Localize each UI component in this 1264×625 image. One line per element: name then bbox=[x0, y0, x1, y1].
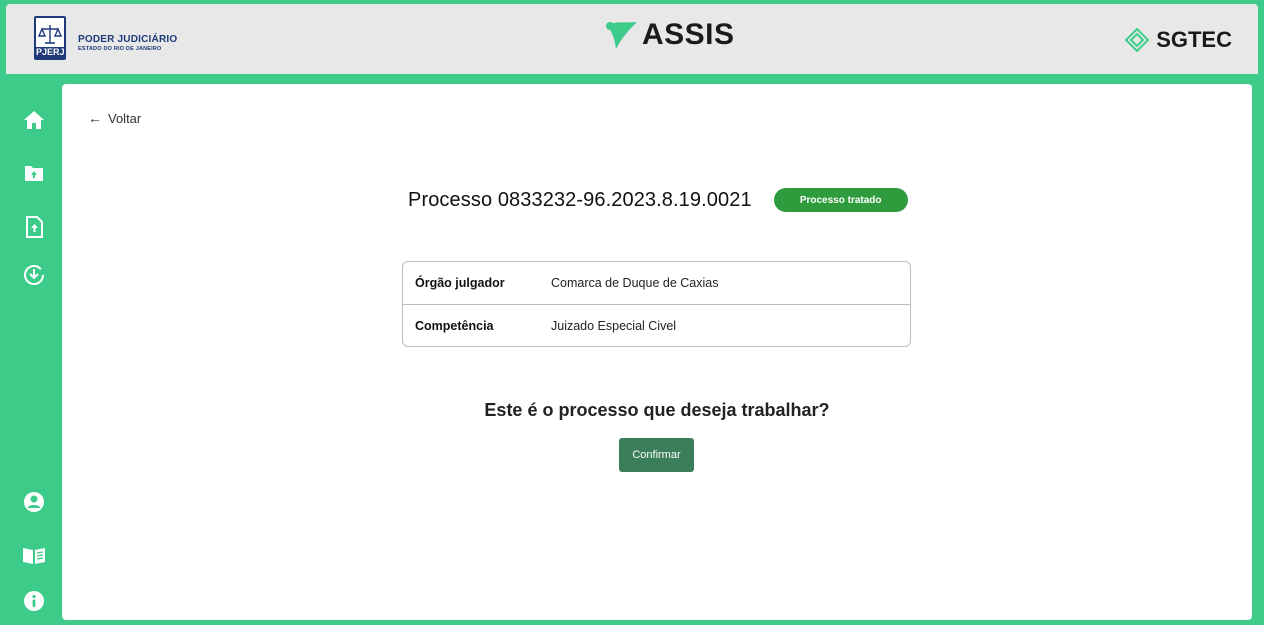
home-icon[interactable] bbox=[22, 108, 46, 132]
process-header: Processo 0833232-96.2023.8.19.0021 Proce… bbox=[408, 188, 908, 212]
competencia-label: Competência bbox=[415, 319, 494, 333]
pjerj-logo-tag: PJERJ bbox=[36, 47, 65, 58]
top-bar: PJERJ PODER JUDICIÁRIO ESTADO DO RIO DE … bbox=[6, 4, 1258, 74]
folder-upload-icon[interactable] bbox=[22, 161, 46, 185]
book-icon[interactable] bbox=[22, 543, 46, 567]
app-title: ASSIS bbox=[642, 18, 735, 51]
sidebar bbox=[6, 86, 58, 625]
main-panel: ← Voltar Processo 0833232-96.2023.8.19.0… bbox=[62, 84, 1252, 620]
confirm-button[interactable]: Confirmar bbox=[619, 438, 694, 472]
competencia-value: Juizado Especial Civel bbox=[551, 319, 677, 333]
confirmation-question: Este é o processo que deseja trabalhar? bbox=[484, 400, 830, 420]
user-circle-icon[interactable] bbox=[22, 490, 46, 514]
status-badge: Processo tratado bbox=[773, 188, 908, 212]
info-icon[interactable] bbox=[22, 589, 46, 613]
download-circle-icon[interactable] bbox=[22, 263, 46, 287]
process-title: Processo 0833232-96.2023.8.19.0021 bbox=[408, 188, 752, 211]
sgtec-brand: SGTEC bbox=[1124, 27, 1232, 53]
brand-line-2: ESTADO DO RIO DE JANEIRO bbox=[78, 46, 162, 52]
arrow-left-icon: ← bbox=[88, 110, 102, 126]
table-row: Competência Juizado Especial Civel bbox=[403, 304, 910, 346]
assis-brand: ASSIS bbox=[604, 18, 735, 52]
pjerj-logo: PJERJ bbox=[34, 16, 66, 60]
pjerj-brand: PJERJ PODER JUDICIÁRIO ESTADO DO RIO DE … bbox=[34, 16, 177, 60]
orgao-julgador-value: Comarca de Duque de Caxias bbox=[551, 276, 719, 290]
assis-logo-icon bbox=[606, 22, 637, 49]
file-upload-icon[interactable] bbox=[22, 215, 46, 239]
back-link[interactable]: ← Voltar bbox=[88, 110, 141, 126]
sgtec-title: SGTEC bbox=[1156, 27, 1232, 52]
brand-line-1: PODER JUDICIÁRIO bbox=[78, 34, 178, 45]
sgtec-logo-icon bbox=[1124, 27, 1150, 53]
table-row: Órgão julgador Comarca de Duque de Caxia… bbox=[403, 262, 910, 304]
orgao-julgador-label: Órgão julgador bbox=[415, 276, 505, 290]
back-label: Voltar bbox=[108, 110, 142, 126]
process-info-table: Órgão julgador Comarca de Duque de Caxia… bbox=[402, 261, 911, 347]
